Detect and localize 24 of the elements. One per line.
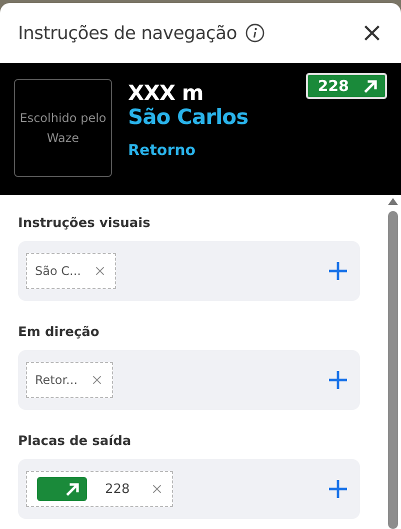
section-label: Placas de saída [18,434,132,449]
section-label: Em direção [18,325,100,340]
section-label: Instruções visuais [18,216,152,231]
exit-sign: 228 [306,73,387,99]
tag-label: Retor... [35,373,78,387]
add-icon[interactable] [328,261,348,281]
destination-text: São Carlos [128,105,248,129]
placeholder-image: Escolhido pelo Waze [14,79,112,177]
scrollbar-thumb[interactable] [388,211,398,529]
add-icon[interactable] [328,479,348,499]
arrow-icon [65,481,81,497]
add-icon[interactable] [328,370,348,390]
tag-label: São C... [35,264,81,278]
distance-text: XXX m [128,81,204,105]
info-icon[interactable] [244,23,265,43]
arrow-icon [363,78,379,94]
tag-label: 228 [105,482,130,496]
tag-chip[interactable]: São C... [26,253,116,289]
tag-chip[interactable]: 228 [26,471,173,507]
panel-title: Instruções de navegação [18,22,237,44]
tag-chip[interactable]: Retor... [26,362,113,398]
scroll-up-icon[interactable] [388,197,398,205]
close-icon[interactable] [363,24,381,42]
direction-text: Retorno [128,141,197,159]
